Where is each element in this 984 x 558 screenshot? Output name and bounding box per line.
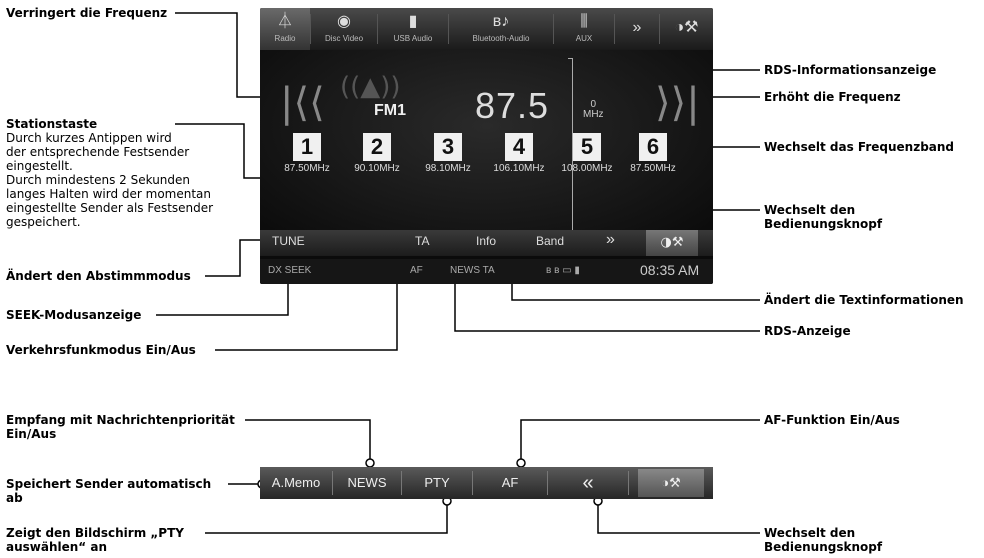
label-pty: Zeigt den Bildschirm „PTY auswählen“ an (6, 526, 184, 554)
tab-more-sources[interactable]: » (615, 8, 659, 50)
frequency-value: 87.5 (475, 85, 550, 126)
label-switch-knob-2: Wechselt den Bedienungsknopf (764, 526, 883, 554)
setup-wrench-button[interactable]: ◑⚒ (646, 230, 698, 256)
preset-button-3[interactable]: 3 98.10MHz (415, 133, 481, 174)
back-functions-button[interactable]: « (548, 467, 628, 499)
bluetooth-music-icon: ʙ♪ (492, 13, 510, 30)
disc-icon: ◉ (337, 13, 351, 30)
seek-down-button[interactable]: |⟨⟨ (280, 80, 325, 126)
label-news-priority: Empfang mit Nachrichtenpriorität Ein/Aus (6, 413, 235, 441)
ta-button[interactable]: TA (415, 234, 429, 248)
seek-up-button[interactable]: ⟩⟩| (655, 80, 700, 126)
setup-wrench-icon: ◑⚒ (661, 475, 681, 490)
label-af-function: AF-Funktion Ein/Aus (764, 413, 900, 427)
setup-wrench-icon: ◑⚒ (674, 19, 699, 36)
setup-wrench-button-2[interactable]: ◑⚒ (638, 469, 704, 497)
preset-button-1[interactable]: 1 87.50MHz (274, 133, 340, 174)
band-label: FM1 (374, 102, 406, 119)
double-chevron-right-icon: » (632, 19, 642, 36)
setup-button[interactable]: ◑⚒ (660, 8, 713, 50)
signal-antenna-icon: ((▲)) (340, 72, 401, 102)
preset-button-5[interactable]: 5 108.00MHz (554, 133, 620, 174)
status-bar: DX SEEK AF NEWS TA ʙ ʙ ▭ ▮ 08:35 AM (260, 259, 713, 284)
tab-aux[interactable]: ⫼ AUX (554, 8, 614, 50)
amemo-button[interactable]: A.Memo (260, 467, 332, 499)
label-auto-memo: Speichert Sender automatisch ab (6, 477, 212, 505)
label-rds-display: RDS-Anzeige (764, 324, 851, 338)
label-text-info: Ändert die Textinformationen (764, 293, 964, 307)
news-button[interactable]: NEWS (333, 467, 401, 499)
tab-disc-video[interactable]: ◉ Disc Video (311, 8, 377, 50)
tab-radio[interactable]: ⏃ Radio (260, 8, 310, 50)
label-traffic: Verkehrsfunkmodus Ein/Aus (6, 343, 196, 357)
radio-screen: ⏃ Radio ◉ Disc Video ▮ USB Audio ʙ♪ Bluetoot… (260, 8, 713, 284)
news-ta-indicator: NEWS TA (450, 265, 495, 276)
setup-wrench-icon: ◑⚒ (660, 235, 684, 250)
pty-button[interactable]: PTY (402, 467, 472, 499)
source-tab-bar: ⏃ Radio ◉ Disc Video ▮ USB Audio ʙ♪ Bluetoot… (260, 8, 713, 50)
label-switch-knob: Wechselt den Bedienungsknopf (764, 203, 883, 231)
info-button[interactable]: Info (476, 234, 496, 248)
label-station: Stationstaste Durch kurzes Antippen wird… (6, 117, 214, 229)
aux-icon: ⫼ (580, 13, 588, 30)
function-button-row: TUNE TA Info Band » ◑⚒ (260, 230, 713, 256)
tab-usb-audio[interactable]: ▮ USB Audio (378, 8, 448, 50)
label-band-change: Wechselt das Frequenzband (764, 140, 955, 154)
preset-button-6[interactable]: 6 87.50MHz (620, 133, 686, 174)
band-button[interactable]: Band (536, 234, 564, 248)
label-seek: SEEK-Modusanzeige (6, 308, 142, 322)
more-functions-button[interactable]: » (606, 231, 615, 249)
tab-bluetooth-audio[interactable]: ʙ♪ Bluetooth-Audio (449, 8, 553, 50)
usb-icon: ▮ (408, 13, 418, 30)
secondary-function-bar: A.Memo NEWS PTY AF « ◑⚒ (260, 467, 713, 499)
af-button[interactable]: AF (473, 467, 547, 499)
preset-button-4[interactable]: 4 106.10MHz (486, 133, 552, 174)
preset-button-2[interactable]: 2 90.10MHz (344, 133, 410, 174)
frequency-unit: 0 MHz (583, 99, 604, 120)
clock: 08:35 AM (640, 262, 700, 278)
label-rds-info: RDS-Informationsanzeige (764, 63, 937, 77)
antenna-icon: ⏃ (276, 13, 293, 30)
seek-mode-indicator: DX SEEK (268, 265, 312, 276)
af-indicator: AF (410, 265, 423, 276)
label-tune-mode: Ändert den Abstimmmodus (6, 269, 191, 283)
tune-button[interactable]: TUNE (272, 234, 305, 248)
bluetooth-battery-signal-icons: ʙ ʙ ▭ ▮ (546, 265, 580, 276)
label-increase: Erhöht die Frequenz (764, 90, 901, 104)
label-decrease: Verringert die Frequenz (6, 6, 168, 20)
